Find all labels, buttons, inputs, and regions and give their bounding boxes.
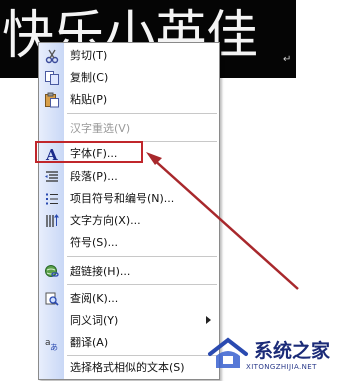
watermark-title: 系统之家 — [254, 340, 331, 362]
watermark-url: XITONGZHIJIA.NET — [246, 363, 317, 371]
watermark-logo: 系统之家 XITONGZHIJIA.NET — [206, 330, 349, 381]
annotation-arrow — [146, 152, 299, 290]
